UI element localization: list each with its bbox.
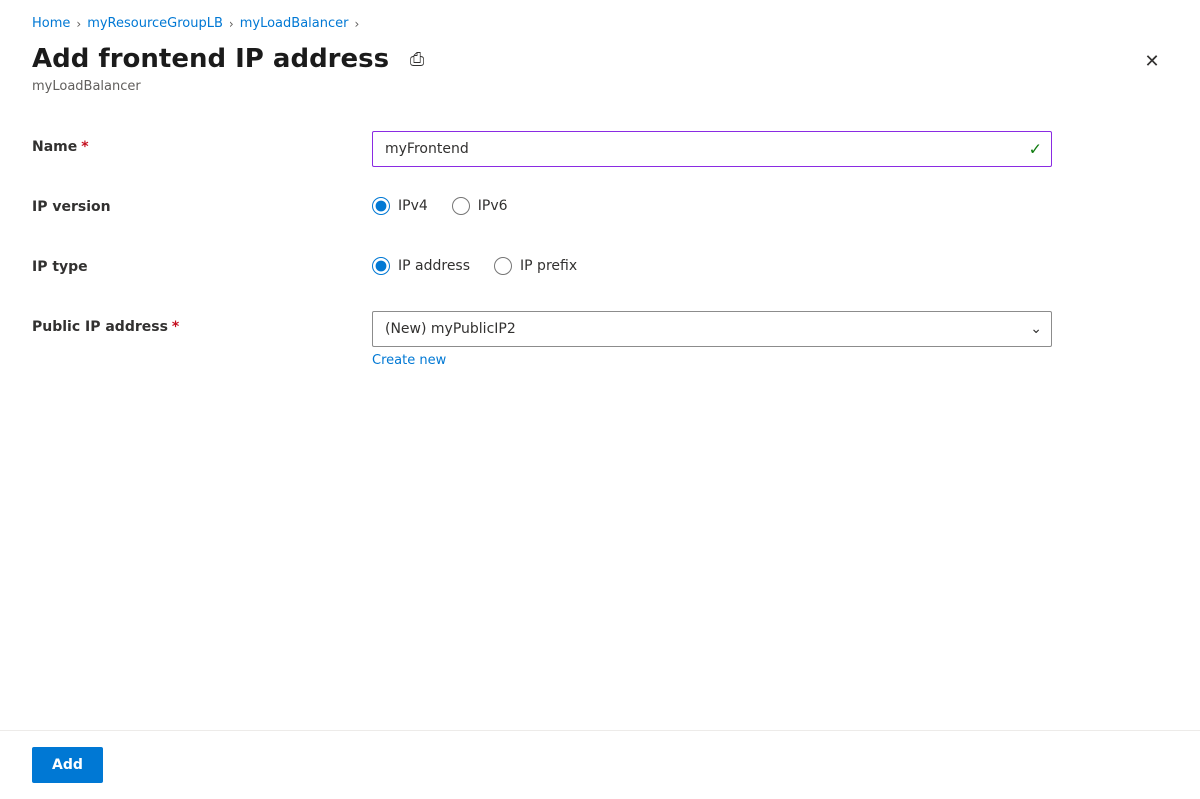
page-title: Add frontend IP address (32, 43, 389, 77)
close-icon: ✕ (1144, 51, 1159, 72)
print-button[interactable]: ⎙ (401, 44, 433, 76)
footer: Add (0, 730, 1200, 799)
name-input-wrapper: ✓ (372, 131, 1052, 167)
breadcrumb-resource-group[interactable]: myResourceGroupLB (87, 16, 223, 31)
public-ip-required-star: * (172, 319, 179, 335)
create-new-link[interactable]: Create new (372, 353, 446, 368)
ip-type-address-option[interactable]: IP address (372, 257, 470, 275)
ip-type-prefix-label: IP prefix (520, 258, 577, 274)
ip-type-field: IP address IP prefix (372, 251, 1052, 275)
ip-type-address-radio[interactable] (372, 257, 390, 275)
ip-version-ipv4-option[interactable]: IPv4 (372, 197, 428, 215)
ip-type-label: IP type (32, 251, 372, 275)
public-ip-dropdown[interactable]: (New) myPublicIP2 (372, 311, 1052, 347)
ip-version-ipv6-option[interactable]: IPv6 (452, 197, 508, 215)
public-ip-dropdown-wrapper: (New) myPublicIP2 ⌄ (372, 311, 1052, 347)
ip-version-ipv4-label: IPv4 (398, 198, 428, 214)
name-field: ✓ (372, 131, 1052, 167)
public-ip-label: Public IP address * (32, 311, 372, 335)
breadcrumb-home[interactable]: Home (32, 16, 70, 31)
breadcrumb-sep-1: › (76, 17, 81, 31)
header-left: Add frontend IP address ⎙ myLoadBalancer (32, 43, 433, 94)
page-container: Home › myResourceGroupLB › myLoadBalance… (0, 0, 1200, 799)
name-label: Name * (32, 131, 372, 155)
name-required-star: * (81, 139, 88, 155)
ip-type-address-label: IP address (398, 258, 470, 274)
ip-version-label: IP version (32, 191, 372, 215)
ip-version-ipv6-label: IPv6 (478, 198, 508, 214)
page-header: Add frontend IP address ⎙ myLoadBalancer… (0, 39, 1200, 98)
ip-version-ipv6-radio[interactable] (452, 197, 470, 215)
form-container: Name * ✓ IP version IPv4 (0, 115, 1200, 730)
breadcrumb: Home › myResourceGroupLB › myLoadBalance… (0, 0, 1200, 39)
public-ip-field: (New) myPublicIP2 ⌄ Create new (372, 311, 1052, 368)
breadcrumb-load-balancer[interactable]: myLoadBalancer (240, 16, 349, 31)
ip-type-radio-group: IP address IP prefix (372, 251, 1052, 275)
breadcrumb-sep-2: › (229, 17, 234, 31)
ip-type-prefix-radio[interactable] (494, 257, 512, 275)
ip-version-field: IPv4 IPv6 (372, 191, 1052, 215)
print-icon: ⎙ (410, 49, 424, 70)
header-title-row: Add frontend IP address ⎙ (32, 43, 433, 77)
page-subtitle: myLoadBalancer (32, 79, 433, 94)
ip-type-row: IP type IP address IP prefix (32, 251, 1168, 287)
name-row: Name * ✓ (32, 131, 1168, 167)
add-button[interactable]: Add (32, 747, 103, 783)
ip-version-ipv4-radio[interactable] (372, 197, 390, 215)
close-button[interactable]: ✕ (1136, 45, 1168, 77)
breadcrumb-sep-3: › (354, 17, 359, 31)
ip-type-prefix-option[interactable]: IP prefix (494, 257, 577, 275)
ip-version-radio-group: IPv4 IPv6 (372, 191, 1052, 215)
public-ip-row: Public IP address * (New) myPublicIP2 ⌄ … (32, 311, 1168, 368)
header-divider (0, 106, 1200, 107)
ip-version-row: IP version IPv4 IPv6 (32, 191, 1168, 227)
name-input[interactable] (372, 131, 1052, 167)
